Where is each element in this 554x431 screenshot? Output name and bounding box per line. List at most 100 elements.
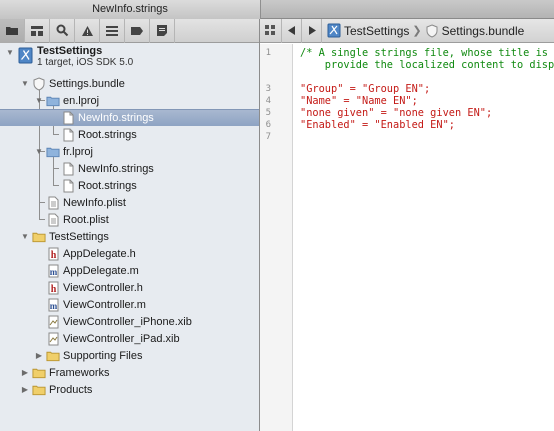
source-file-icon: m (46, 264, 60, 278)
header-file-icon: h (46, 247, 60, 261)
xcode-project-icon (327, 23, 341, 38)
line-number: 1 (265, 48, 271, 58)
tree-item[interactable]: m ViewController.m (0, 296, 259, 313)
breadcrumb-bundle[interactable]: Settings.bundle (425, 19, 524, 43)
tree-item[interactable]: ▶ Supporting Files (0, 347, 259, 364)
disclosure-open-icon[interactable]: ▼ (5, 48, 15, 57)
tree-item[interactable]: ▶ Products (0, 381, 259, 398)
search-icon (56, 24, 68, 37)
folder-icon (46, 349, 60, 363)
tree-item-label: AppDelegate.m (63, 264, 139, 277)
bundle-icon (426, 23, 438, 38)
tree-item[interactable]: Root.plist (0, 211, 259, 228)
xcode-project-icon (18, 47, 33, 64)
tree-item-label: AppDelegate.h (63, 247, 136, 260)
header-file-icon: h (46, 281, 60, 295)
tree-item-label: Root.strings (78, 179, 137, 192)
project-name: TestSettings (37, 45, 103, 57)
disclosure-closed-icon[interactable]: ▶ (20, 368, 30, 377)
folder-icon (32, 383, 46, 397)
navigator-toolbar (0, 18, 259, 43)
issue-navigator-button[interactable] (75, 18, 100, 43)
search-navigator-button[interactable] (50, 18, 75, 43)
related-files-button[interactable] (260, 18, 282, 43)
tree-item-label: Products (49, 383, 93, 396)
strings-file-icon (61, 162, 75, 176)
tree-item[interactable]: ▼ en.lproj (0, 92, 259, 109)
hierarchy-icon (31, 25, 43, 36)
tab-bar: NewInfo.strings (0, 0, 554, 19)
back-button[interactable] (282, 18, 302, 43)
folder-icon (46, 145, 60, 159)
svg-text:h: h (50, 284, 56, 295)
strings-file-icon (61, 179, 75, 193)
folder-icon (32, 230, 46, 244)
tree-item[interactable]: ▼ fr.lproj (0, 143, 259, 160)
project-navigator-button[interactable] (0, 18, 25, 43)
tree-item[interactable]: ViewController_iPad.xib (0, 330, 259, 347)
tree-item[interactable]: NewInfo.strings (0, 109, 259, 126)
tree-item-label: NewInfo.strings (78, 162, 154, 175)
code-line[interactable]: /* A single strings file, whose title is… (300, 47, 554, 59)
debug-navigator-button[interactable] (100, 18, 125, 43)
code-line[interactable]: "Enabled" = "Enabled EN"; (300, 119, 455, 131)
breakpoint-navigator-button[interactable] (125, 18, 150, 43)
tree-item[interactable]: Root.strings (0, 177, 259, 194)
disclosure-closed-icon[interactable]: ▶ (34, 351, 44, 360)
tree-item[interactable]: NewInfo.plist (0, 194, 259, 211)
source-file-icon: m (46, 298, 60, 312)
line-number: 3 (265, 84, 271, 94)
tree-item-label: Root.strings (78, 128, 137, 141)
tree-item-label: ViewController.h (63, 281, 143, 294)
tree-item[interactable]: ▶ Frameworks (0, 364, 259, 381)
tree-item-label: fr.lproj (63, 145, 93, 158)
code-line[interactable]: "Name" = "Name EN"; (300, 95, 418, 107)
disclosure-open-icon[interactable]: ▼ (20, 232, 30, 241)
tree-item[interactable]: Root.strings (0, 126, 259, 143)
project-row[interactable]: ▼ TestSettings 1 target, iOS SDK 5.0 (0, 43, 259, 69)
tree-item[interactable]: m AppDelegate.m (0, 262, 259, 279)
tree-item-label: Frameworks (49, 366, 110, 379)
xib-file-icon (46, 315, 60, 329)
breadcrumb-project[interactable]: TestSettings (327, 19, 409, 43)
disclosure-closed-icon[interactable]: ▶ (20, 385, 30, 394)
code-line[interactable]: "Group" = "Group EN"; (300, 83, 430, 95)
tests-icon (106, 25, 118, 36)
tree-item[interactable]: h ViewController.h (0, 279, 259, 296)
code-line[interactable]: "none given" = "none given EN"; (300, 107, 492, 119)
svg-text:m: m (49, 267, 57, 277)
tree-item[interactable]: ViewController_iPhone.xib (0, 313, 259, 330)
folder-icon (32, 366, 46, 380)
tree-item[interactable]: ▼ TestSettings (0, 228, 259, 245)
tree-item-label: NewInfo.strings (78, 112, 154, 124)
disclosure-open-icon[interactable]: ▼ (34, 96, 44, 105)
back-arrow-icon (287, 26, 295, 35)
disclosure-open-icon[interactable]: ▼ (34, 147, 44, 156)
warning-icon (81, 25, 93, 36)
line-number: 4 (265, 96, 271, 106)
jump-bar: TestSettings ❯ Settings.bundle (260, 18, 554, 43)
tab-newinfo-strings[interactable]: NewInfo.strings (0, 0, 261, 19)
tree-item-label: ViewController.m (63, 298, 146, 311)
tree-item-label: en.lproj (63, 94, 100, 107)
disclosure-open-icon[interactable]: ▼ (20, 79, 30, 88)
code-line[interactable]: provide the localized content to display… (300, 59, 554, 71)
plist-file-icon (46, 196, 60, 210)
tree-item-label: Settings.bundle (49, 77, 125, 90)
project-navigator: ▼ TestSettings 1 target, iOS SDK 5.0 ▼ Se… (0, 43, 259, 431)
folder-icon (46, 94, 60, 108)
tree-item[interactable]: h AppDelegate.h (0, 245, 259, 262)
breakpoint-icon (131, 26, 143, 35)
tree-item[interactable]: ▼ Settings.bundle (0, 75, 259, 92)
xib-file-icon (46, 332, 60, 346)
svg-text:h: h (50, 250, 56, 261)
line-number: 6 (265, 120, 271, 130)
log-navigator-button[interactable] (150, 18, 175, 43)
folder-icon (6, 27, 18, 35)
symbol-navigator-button[interactable] (25, 18, 50, 43)
project-subtitle: 1 target, iOS SDK 5.0 (37, 57, 134, 68)
forward-button[interactable] (302, 18, 322, 43)
line-number-gutter: 1 3 4 5 6 7 (260, 44, 293, 431)
source-editor[interactable]: 1 3 4 5 6 7 /* A single strings file, whose t… (260, 44, 554, 431)
tree-item[interactable]: NewInfo.strings (0, 160, 259, 177)
